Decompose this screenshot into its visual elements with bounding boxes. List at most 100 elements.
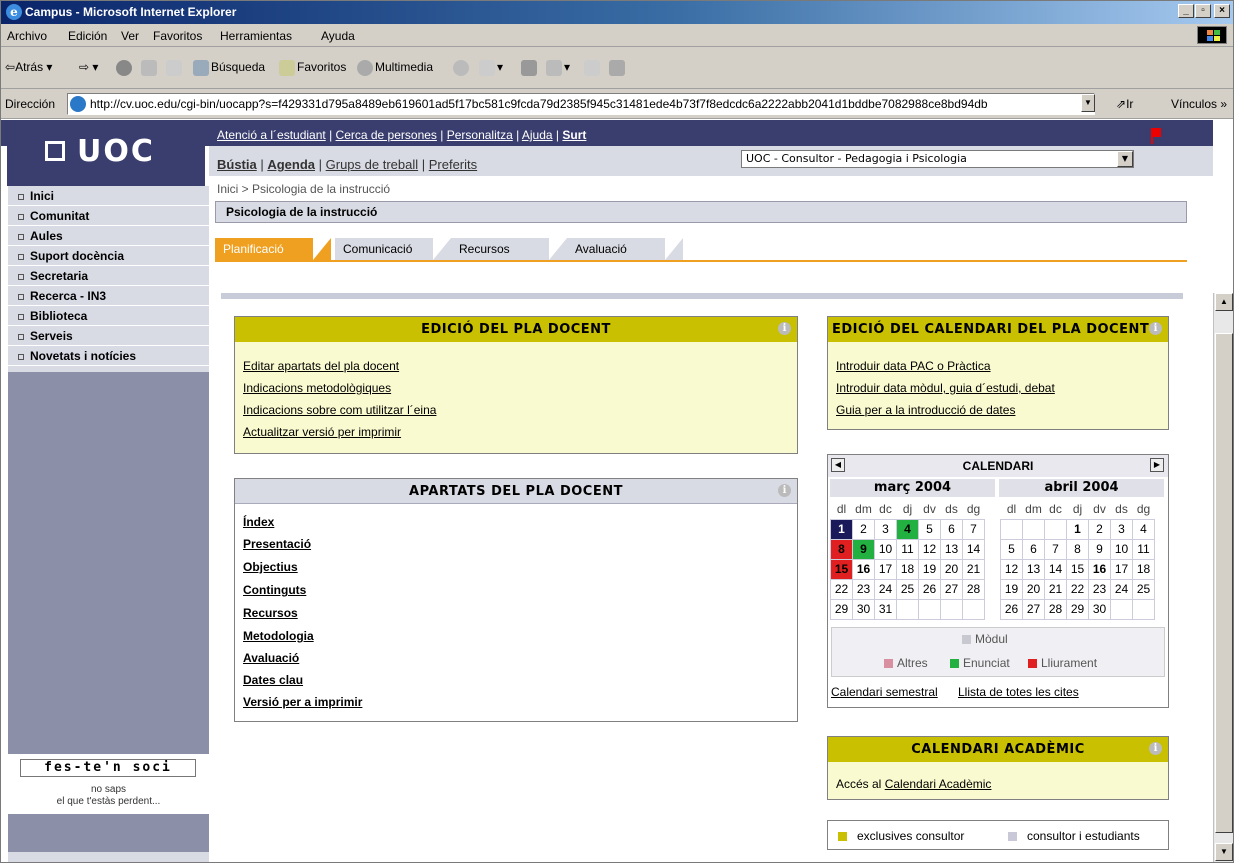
favorites-button[interactable]: Favoritos	[279, 56, 346, 78]
mail-button[interactable]: ▾	[479, 56, 503, 78]
link-editar-apartats[interactable]: Editar apartats del pla docent	[243, 359, 399, 373]
link-indicacions-metodologiques[interactable]: Indicacions metodològiques	[243, 381, 391, 395]
back-button[interactable]: ⇦Atrás ▾	[5, 56, 52, 78]
go-button[interactable]: ⇗Ir	[1116, 97, 1133, 111]
link-bustia[interactable]: Bústia	[217, 157, 257, 172]
calendar-day[interactable]: 6	[1022, 538, 1045, 560]
menu-herramientas[interactable]: Herramientas	[220, 29, 292, 43]
calendar-day[interactable]: 8	[830, 538, 853, 560]
address-input[interactable]: http://cv.uoc.edu/cgi-bin/uocapp?s=f4293…	[67, 93, 1095, 115]
calendar-day[interactable]: 22	[1066, 578, 1089, 600]
maximize-button[interactable]: ▫	[1195, 4, 1211, 18]
calendar-day[interactable]: 13	[1022, 558, 1045, 580]
calendar-day[interactable]: 10	[874, 538, 897, 560]
calendar-day[interactable]: 13	[940, 538, 963, 560]
uoc-logo[interactable]: UOC	[7, 120, 205, 186]
refresh-button[interactable]	[141, 56, 159, 78]
calendar-day[interactable]: 2	[1088, 518, 1111, 540]
calendar-day[interactable]: 1	[830, 518, 853, 540]
calendar-day[interactable]: 4	[1132, 518, 1155, 540]
sidebar-item-novetats[interactable]: Novetats i notícies	[8, 346, 209, 366]
calendar-day[interactable]: 29	[830, 598, 853, 620]
info-icon[interactable]: i	[1149, 742, 1162, 755]
calendar-day[interactable]: 23	[1088, 578, 1111, 600]
calendar-day[interactable]: 7	[1044, 538, 1067, 560]
link-preferits[interactable]: Preferits	[429, 157, 477, 172]
calendar-day[interactable]: 26	[1000, 598, 1023, 620]
info-icon[interactable]: i	[1149, 322, 1162, 335]
scroll-up-icon[interactable]: ▲	[1215, 293, 1233, 311]
forward-button[interactable]: ⇨ ▾	[79, 56, 98, 78]
calendar-day[interactable]: 18	[896, 558, 919, 580]
scroll-down-icon[interactable]: ▼	[1215, 843, 1233, 861]
link-introduir-modul[interactable]: Introduir data mòdul, guia d´estudi, deb…	[836, 381, 1055, 395]
link-introduir-pac[interactable]: Introduir data PAC o Pràctica	[836, 359, 991, 373]
calendar-day[interactable]: 15	[830, 558, 853, 580]
links-button[interactable]: Vínculos »	[1171, 97, 1227, 111]
close-button[interactable]: ×	[1214, 4, 1230, 18]
link-surt[interactable]: Surt	[562, 128, 586, 142]
link-ajuda[interactable]: Ajuda	[522, 128, 553, 142]
calendar-day[interactable]: 9	[1088, 538, 1111, 560]
link-continguts[interactable]: Continguts	[243, 583, 306, 597]
calendar-day[interactable]: 11	[896, 538, 919, 560]
calendar-day[interactable]: 28	[962, 578, 985, 600]
link-guia-dates[interactable]: Guia per a la introducció de dates	[836, 403, 1015, 417]
calendar-day[interactable]: 24	[1110, 578, 1133, 600]
home-button[interactable]	[166, 56, 184, 78]
calendar-day[interactable]: 10	[1110, 538, 1133, 560]
tab-avaluacio[interactable]: Avaluació	[567, 238, 683, 260]
tab-comunicacio[interactable]: Comunicació	[335, 238, 451, 260]
menu-ayuda[interactable]: Ayuda	[321, 29, 355, 43]
calendar-day[interactable]: 30	[852, 598, 875, 620]
calendar-day[interactable]: 7	[962, 518, 985, 540]
calendar-day[interactable]: 25	[1132, 578, 1155, 600]
link-calendari-academic[interactable]: Calendari Acadèmic	[885, 777, 992, 791]
next-month-icon[interactable]: ▶	[1150, 458, 1164, 472]
calendar-day[interactable]: 14	[1044, 558, 1067, 580]
calendar-day[interactable]: 21	[962, 558, 985, 580]
calendar-day[interactable]: 3	[874, 518, 897, 540]
address-dropdown-button[interactable]: ▼	[1081, 94, 1095, 112]
calendar-day[interactable]: 20	[940, 558, 963, 580]
scrollbar[interactable]: ▲ ▼	[1213, 293, 1233, 862]
minimize-button[interactable]: _	[1178, 4, 1194, 18]
history-button[interactable]	[453, 56, 471, 78]
calendar-day[interactable]: 5	[918, 518, 941, 540]
calendar-day[interactable]: 25	[896, 578, 919, 600]
calendar-day[interactable]: 22	[830, 578, 853, 600]
link-recursos[interactable]: Recursos	[243, 606, 298, 620]
calendar-day[interactable]: 3	[1110, 518, 1133, 540]
sidebar-item-inici[interactable]: Inici	[8, 186, 209, 206]
link-cerca[interactable]: Cerca de persones	[336, 128, 437, 142]
sidebar-item-secretaria[interactable]: Secretaria	[8, 266, 209, 286]
info-icon[interactable]: i	[778, 484, 791, 497]
calendar-day[interactable]: 20	[1022, 578, 1045, 600]
link-versio-imprimir[interactable]: Versió per a imprimir	[243, 695, 362, 709]
calendar-day[interactable]: 30	[1088, 598, 1111, 620]
calendar-day[interactable]: 31	[874, 598, 897, 620]
link-index[interactable]: Índex	[243, 515, 274, 529]
edit-button[interactable]: ▾	[546, 56, 570, 78]
calendar-day[interactable]: 27	[1022, 598, 1045, 620]
link-personalitza[interactable]: Personalitza	[447, 128, 513, 142]
link-actualitzar[interactable]: Actualitzar versió per imprimir	[243, 425, 401, 439]
menu-ver[interactable]: Ver	[121, 29, 139, 43]
calendar-day[interactable]: 24	[874, 578, 897, 600]
link-objectius[interactable]: Objectius	[243, 560, 298, 574]
calendar-day[interactable]: 29	[1066, 598, 1089, 620]
calendar-day[interactable]: 1	[1066, 518, 1089, 540]
menu-favoritos[interactable]: Favoritos	[153, 29, 202, 43]
link-metodologia[interactable]: Metodologia	[243, 629, 314, 643]
feste-banner[interactable]: fes-te'n soci no saps el que t'estàs per…	[8, 754, 209, 814]
sidebar-item-comunitat[interactable]: Comunitat	[8, 206, 209, 226]
calendar-day[interactable]: 9	[852, 538, 875, 560]
calendar-day[interactable]: 28	[1044, 598, 1067, 620]
calendar-day[interactable]: 18	[1132, 558, 1155, 580]
link-llista-cites[interactable]: Llista de totes les cites	[958, 685, 1079, 699]
calendar-day[interactable]: 6	[940, 518, 963, 540]
calendar-day[interactable]: 5	[1000, 538, 1023, 560]
tab-planificacio[interactable]: Planificació	[215, 238, 331, 260]
calendar-day[interactable]: 16	[852, 558, 875, 580]
sidebar-item-serveis[interactable]: Serveis	[8, 326, 209, 346]
